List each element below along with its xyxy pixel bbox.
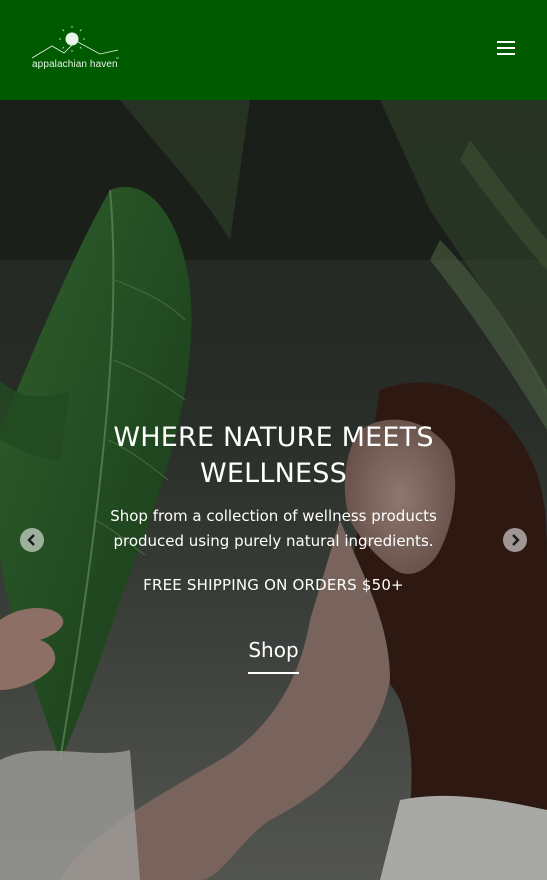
trademark-mark: ™ [115, 57, 120, 63]
site-header: appalachian haven ™ [0, 0, 547, 100]
chevron-left-icon [27, 534, 35, 546]
slider-prev-button[interactable] [20, 528, 44, 552]
slider-next-button[interactable] [503, 528, 527, 552]
shipping-notice: FREE SHIPPING ON ORDERS $50+ [143, 576, 404, 594]
brand-logo[interactable]: appalachian haven ™ [30, 26, 120, 74]
hero-title: WHERE NATURE MEETS WELLNESS [113, 422, 434, 489]
hero-slider: WHERE NATURE MEETS WELLNESS Shop from a … [0, 100, 547, 880]
hero-content: WHERE NATURE MEETS WELLNESS Shop from a … [0, 420, 547, 674]
hamburger-icon[interactable] [497, 41, 515, 57]
chevron-right-icon [512, 534, 520, 546]
shop-button[interactable]: Shop [248, 638, 299, 674]
logo-text: appalachian haven [32, 59, 118, 70]
mountain-sun-icon [31, 26, 119, 59]
hero-subtitle: Shop from a collection of wellness produ… [110, 507, 437, 550]
